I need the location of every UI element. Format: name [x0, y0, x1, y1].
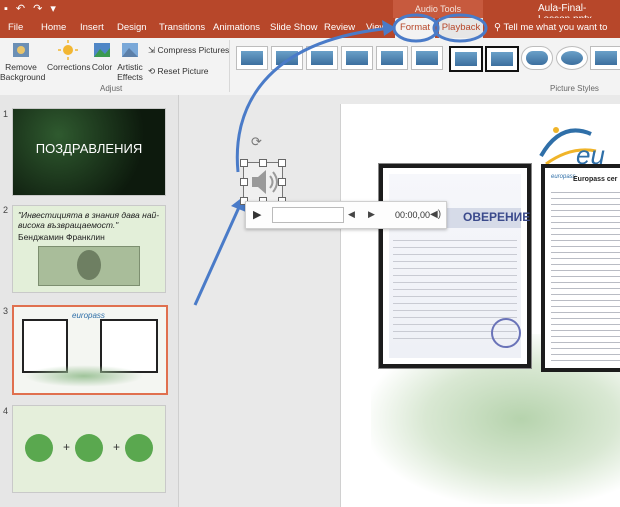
straight-arrow	[193, 204, 242, 306]
playback-highlight-ellipse	[432, 13, 488, 43]
speaker-icon	[252, 170, 278, 194]
resize-handle[interactable]	[240, 159, 248, 167]
resize-handle[interactable]	[259, 159, 267, 167]
skip-back-button[interactable]: ◀	[348, 209, 355, 220]
resize-handle[interactable]	[278, 178, 286, 186]
volume-icon[interactable]: ◀)	[430, 209, 441, 220]
audio-time: 00:00,00	[395, 210, 431, 220]
annotation-overlay	[193, 13, 488, 306]
resize-handle[interactable]	[240, 178, 248, 186]
curved-arrow	[235, 26, 393, 173]
resize-handle[interactable]	[278, 159, 286, 167]
format-highlight-ellipse	[392, 13, 440, 43]
play-button[interactable]: ▶	[253, 208, 261, 221]
audio-progress-bar[interactable]	[272, 207, 344, 223]
skip-forward-button[interactable]: ▶	[368, 209, 375, 220]
audio-object[interactable]	[240, 159, 286, 205]
curved-arrow-head	[382, 20, 396, 36]
audio-player-bar: ▶ ◀ ▶ 00:00,00 ◀)	[245, 201, 447, 229]
rotate-handle-icon[interactable]: ⟳	[251, 134, 262, 150]
